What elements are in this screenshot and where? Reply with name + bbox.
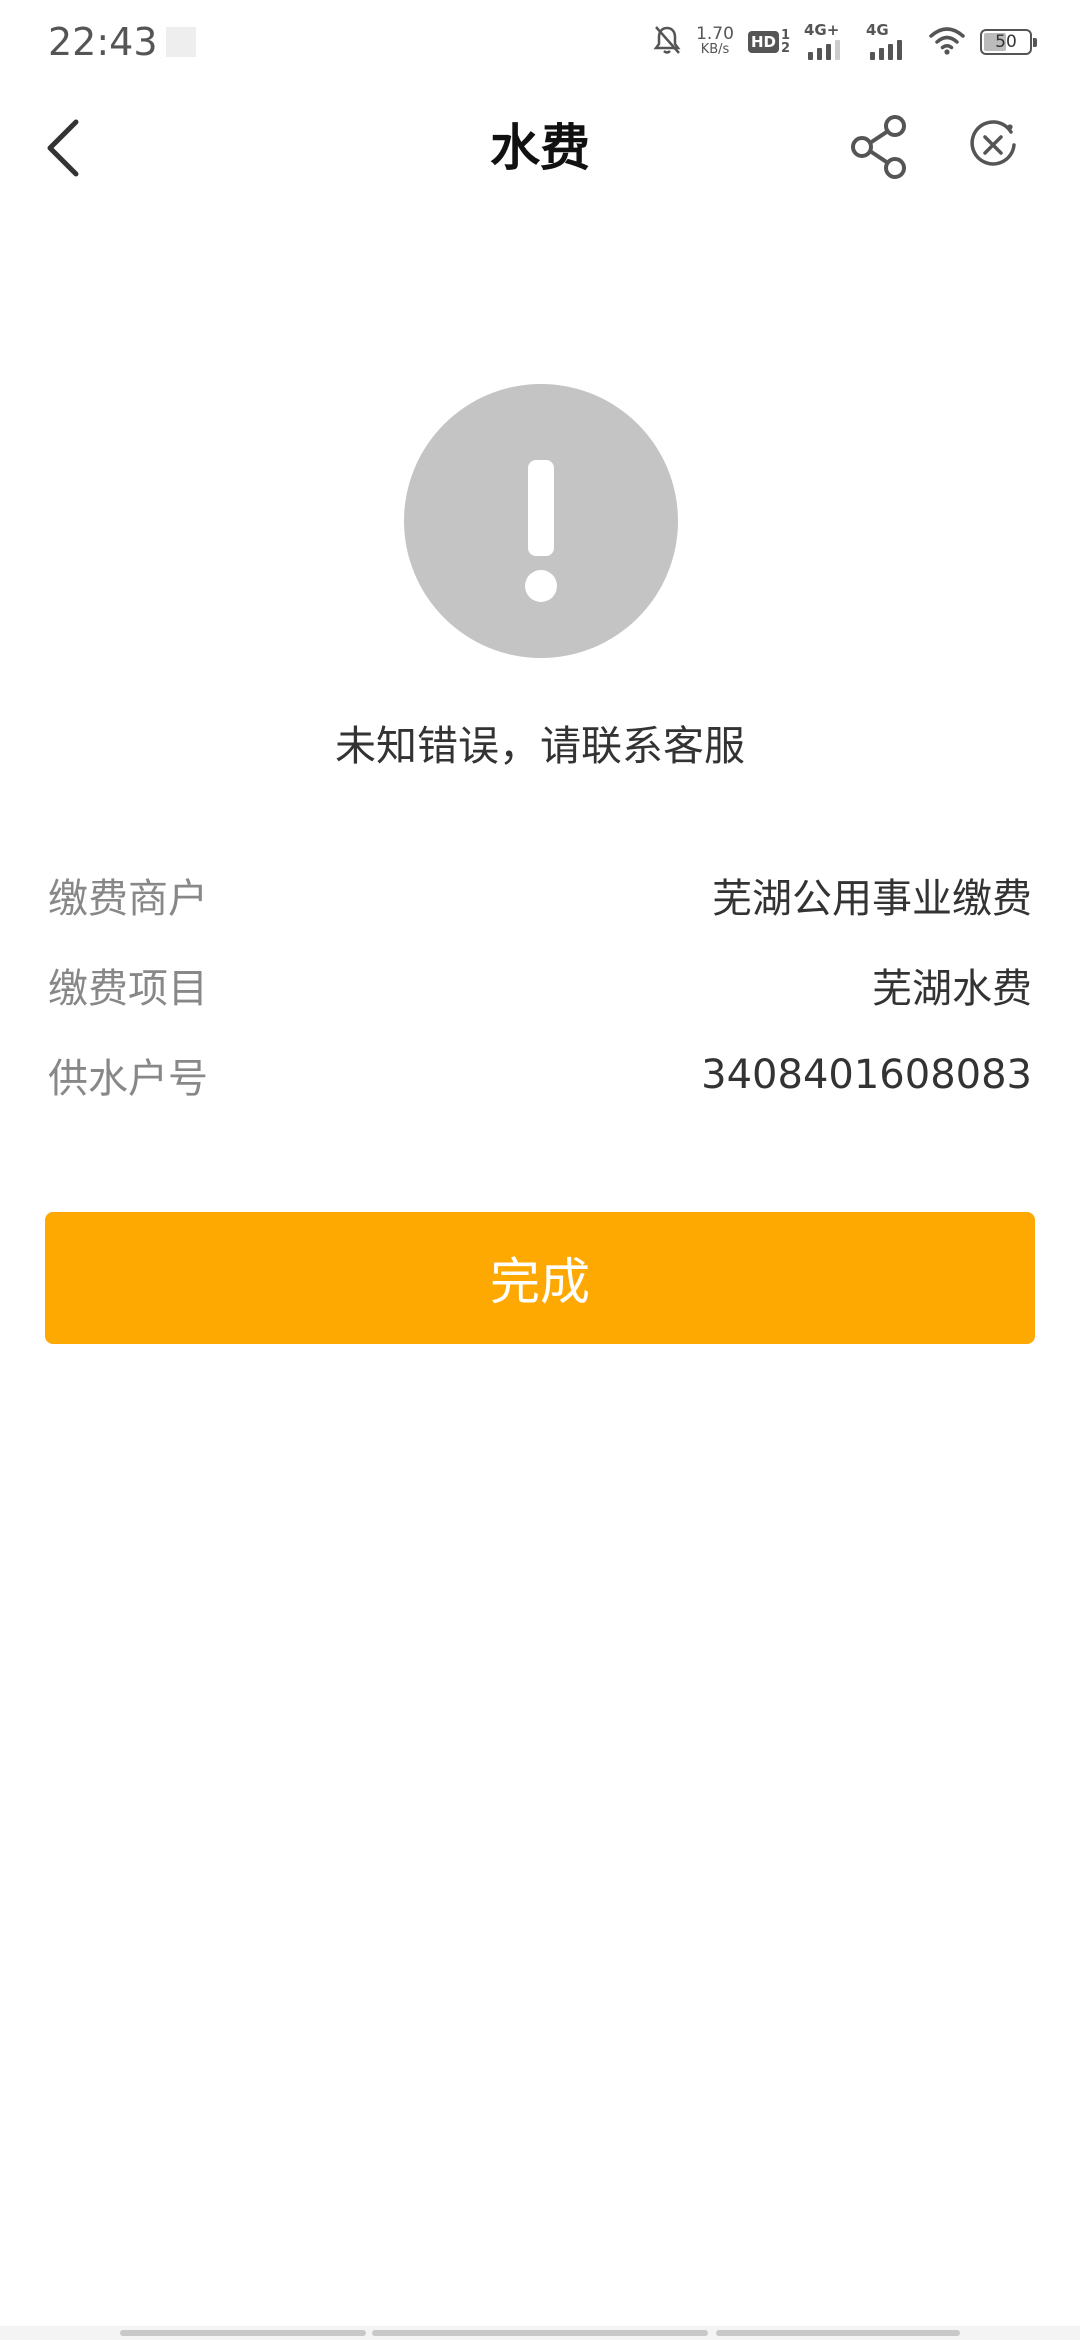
detail-value: 芜湖水费 [872,966,1032,1012]
share-button[interactable] [848,114,910,180]
detail-row-account: 供水户号 3408401608083 [48,1043,1032,1107]
detail-row-item: 缴费项目 芜湖水费 [48,953,1032,1017]
detail-value: 芜湖公用事业缴费 [712,876,1032,922]
bottom-indicator-segment [372,2330,708,2336]
notification-placeholder-icon [166,27,196,57]
share-icon [851,115,906,179]
bottom-indicator-segment [120,2330,366,2336]
mute-bell-icon [652,24,682,60]
detail-row-merchant: 缴费商户 芜湖公用事业缴费 [48,863,1032,927]
error-message: 未知错误，请联系客服 [335,722,745,770]
net-speed-unit: KB/s [700,42,730,57]
battery-icon: 50 [980,29,1037,55]
nav-bar: 水费 [0,84,1080,212]
close-button[interactable] [966,118,1020,172]
close-circle-icon [970,120,1016,166]
status-bar: 22:43 1.70 KB/s HD 1 2 4G+ 4G 50 [0,0,1080,84]
done-button[interactable]: 完成 [45,1212,1035,1344]
signal-2-label: 4G [866,21,889,39]
net-speed: 1.70 KB/s [696,26,734,58]
chevron-left-icon [47,119,79,177]
status-icons: 1.70 KB/s HD 1 2 4G+ 4G 50 [652,20,1037,64]
detail-label: 缴费项目 [48,966,208,1012]
bottom-indicator-bar [0,2326,1080,2340]
status-time: 22:43 [48,20,158,64]
hd-badge: HD 1 2 [747,29,790,55]
detail-value: 3408401608083 [701,1052,1032,1098]
detail-label: 缴费商户 [48,876,208,922]
bottom-indicator-segment [716,2330,960,2336]
signal-1-label: 4G+ [804,21,840,39]
net-speed-value: 1.70 [696,24,734,44]
wifi-icon [928,25,966,59]
done-button-label: 完成 [490,1253,590,1311]
exclamation-icon [404,384,678,658]
signal-2-icon: 4G [866,22,914,62]
battery-level: 50 [995,32,1017,52]
detail-label: 供水户号 [48,1056,208,1102]
page-title: 水费 [490,119,590,177]
hd-sim-2: 2 [780,41,790,56]
hd-sim-numbers: 1 2 [781,29,790,55]
hd-label: HD [747,31,779,53]
back-button[interactable] [40,114,90,182]
signal-1-icon: 4G+ [804,22,852,62]
